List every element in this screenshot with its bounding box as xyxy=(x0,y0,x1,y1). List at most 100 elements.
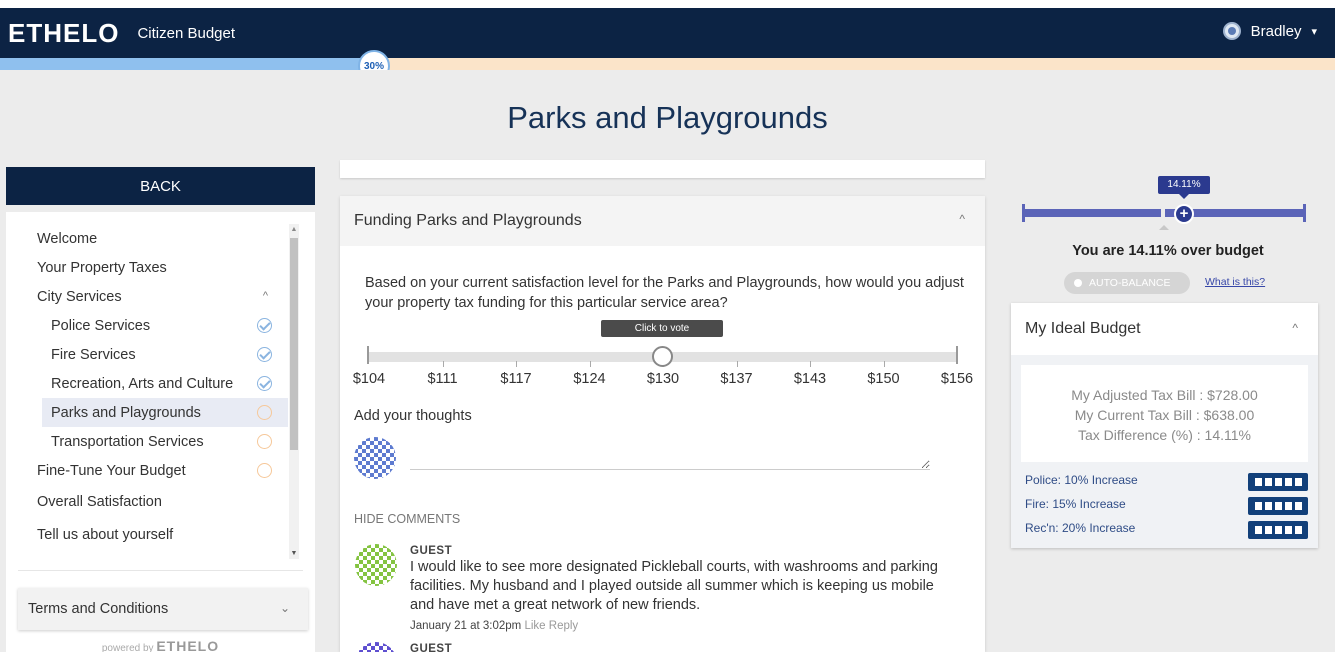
sidebar-item-about-yourself[interactable]: Tell us about yourself xyxy=(6,518,288,551)
page-title: Parks and Playgrounds xyxy=(507,100,828,135)
chevron-up-icon: ^ xyxy=(959,212,965,226)
thoughts-input[interactable] xyxy=(410,450,930,470)
chevron-up-icon: ^ xyxy=(1292,321,1298,335)
sidebar-item-fire-services[interactable]: Fire Services xyxy=(6,340,288,369)
check-circle-icon xyxy=(257,318,272,333)
slider-tick xyxy=(442,361,444,367)
user-avatar-icon xyxy=(1222,22,1241,40)
sidebar-item-label: Your Property Taxes xyxy=(37,259,167,276)
slider-tick-label: $117 xyxy=(500,371,532,387)
what-is-this-link[interactable]: What is this? xyxy=(1205,276,1265,288)
auto-balance-button[interactable]: AUTO-BALANCE xyxy=(1064,272,1190,294)
powered-by-logo: ETHELO xyxy=(156,638,220,652)
check-circle-icon xyxy=(257,376,272,391)
toggle-dot-icon xyxy=(1074,279,1082,287)
sidebar-item-label: Tell us about yourself xyxy=(37,526,174,543)
slider-tick-label: $124 xyxy=(573,371,606,387)
budget-meter-end-right xyxy=(1303,204,1306,222)
progress-bar xyxy=(0,58,1335,70)
slider-tick xyxy=(589,361,591,367)
like-link[interactable]: Like xyxy=(524,620,545,632)
funding-slider-handle[interactable] xyxy=(652,346,673,367)
sidebar-item-recreation[interactable]: Recreation, Arts and Culture xyxy=(6,369,288,398)
comment: GUEST xyxy=(410,642,950,652)
sidebar-scrollbar[interactable]: ▲ ▼ xyxy=(289,224,299,559)
adjusted-tax-bill: My Adjusted Tax Bill : $728.00 xyxy=(1071,387,1258,403)
increase-level-meter xyxy=(1248,497,1308,515)
reply-link[interactable]: Reply xyxy=(549,620,578,632)
slider-tick-label: $130 xyxy=(646,371,680,387)
sidebar-item-transportation[interactable]: Transportation Services xyxy=(6,427,288,456)
sidebar-item-label: Recreation, Arts and Culture xyxy=(51,375,234,392)
increase-row-fire: Fire: 15% Increase xyxy=(1025,497,1308,515)
slider-tick xyxy=(516,361,517,367)
slider-tick-label: $143 xyxy=(793,371,827,387)
increase-label: Police: 10% Increase xyxy=(1025,473,1138,487)
ethelo-logo[interactable]: ETHELO xyxy=(8,18,119,49)
empty-circle-icon xyxy=(257,405,272,420)
user-menu[interactable]: Bradley ▾ xyxy=(1222,22,1317,40)
question-text: Based on your current satisfaction level… xyxy=(365,275,964,311)
sidebar-item-city-services[interactable]: City Services ^ xyxy=(6,282,288,311)
increase-level-meter xyxy=(1248,473,1308,491)
scrollbar-thumb[interactable] xyxy=(290,238,298,450)
sidebar-item-label: Police Services xyxy=(51,317,151,334)
top-bar: ETHELO Citizen Budget Bradley ▾ xyxy=(0,8,1335,58)
previous-card-edge xyxy=(340,160,985,178)
comment-author: GUEST xyxy=(410,643,453,652)
chevron-up-icon: ^ xyxy=(262,290,268,302)
sidebar-nav: Welcome Your Property Taxes City Service… xyxy=(6,224,288,551)
scroll-up-icon[interactable]: ▲ xyxy=(289,226,299,233)
divider xyxy=(18,570,303,571)
sidebar-panel: Welcome Your Property Taxes City Service… xyxy=(6,212,315,652)
slider-tick xyxy=(883,361,885,367)
comment-text: I would like to see more designated Pick… xyxy=(410,559,938,613)
budget-meter-baseline xyxy=(1161,209,1165,217)
back-button[interactable]: BACK xyxy=(6,167,315,205)
ideal-budget-card: My Ideal Budget ^ My Adjusted Tax Bill :… xyxy=(1011,303,1318,548)
plus-icon: + xyxy=(1174,204,1194,224)
sidebar-item-label: Parks and Playgrounds xyxy=(51,404,201,421)
caret-down-icon: ▾ xyxy=(1311,25,1317,38)
click-to-vote-tooltip: Click to vote xyxy=(601,320,723,337)
powered-by-text: powered by xyxy=(101,643,154,652)
sidebar-item-label: City Services xyxy=(37,288,122,305)
sidebar-item-welcome[interactable]: Welcome xyxy=(6,224,288,253)
sidebar-item-police-services[interactable]: Police Services xyxy=(6,311,288,340)
terms-accordion[interactable]: Terms and Conditions ⌄ xyxy=(18,588,308,630)
guest-avatar xyxy=(355,642,397,652)
increase-row-recreation: Rec'n: 20% Increase xyxy=(1025,521,1308,539)
slider-tick xyxy=(736,361,738,367)
terms-label: Terms and Conditions xyxy=(28,601,169,617)
sidebar-item-overall-satisfaction[interactable]: Overall Satisfaction xyxy=(6,485,288,518)
sidebar-item-label: Fine-Tune Your Budget xyxy=(37,462,186,479)
question-card: Funding Parks and Playgrounds ^ Based on… xyxy=(340,196,985,652)
sidebar-item-parks[interactable]: Parks and Playgrounds xyxy=(42,398,288,427)
sidebar-item-label: Overall Satisfaction xyxy=(37,493,162,510)
slider-end-left xyxy=(367,346,369,364)
slider-tick-label: $111 xyxy=(427,371,458,387)
scroll-down-icon[interactable]: ▼ xyxy=(289,550,299,557)
sidebar-item-property-taxes[interactable]: Your Property Taxes xyxy=(6,253,288,282)
sidebar-item-label: Fire Services xyxy=(51,346,136,363)
app-title: Citizen Budget xyxy=(137,24,236,42)
slider-tick-label: $137 xyxy=(720,371,753,387)
budget-status: You are 14.11% over budget xyxy=(1072,243,1264,259)
current-tax-bill: My Current Tax Bill : $638.00 xyxy=(1074,407,1255,423)
slider-tick-label: $104 xyxy=(352,371,386,387)
sidebar-item-label: Welcome xyxy=(37,230,98,247)
budget-baseline-marker xyxy=(1159,220,1169,230)
increase-label: Fire: 15% Increase xyxy=(1025,497,1126,511)
ideal-budget-header[interactable]: My Ideal Budget ^ xyxy=(1011,303,1318,355)
comment-author: GUEST xyxy=(410,545,453,557)
comment-date: January 21 at 3:02pm xyxy=(410,620,522,632)
slider-tick-label: $156 xyxy=(940,371,974,387)
question-card-header[interactable]: Funding Parks and Playgrounds ^ xyxy=(340,196,985,246)
comment: GUEST I would like to see more designate… xyxy=(410,544,950,636)
slider-end-right xyxy=(956,346,958,364)
increase-row-police: Police: 10% Increase xyxy=(1025,473,1308,491)
sidebar-item-fine-tune[interactable]: Fine-Tune Your Budget xyxy=(6,456,288,485)
hide-comments-toggle[interactable]: HIDE COMMENTS xyxy=(354,512,460,526)
question-card-title: Funding Parks and Playgrounds xyxy=(354,212,582,229)
slider-labels: $104 $111 $117 $124 $130 $137 $143 $150 $156 xyxy=(340,371,985,389)
